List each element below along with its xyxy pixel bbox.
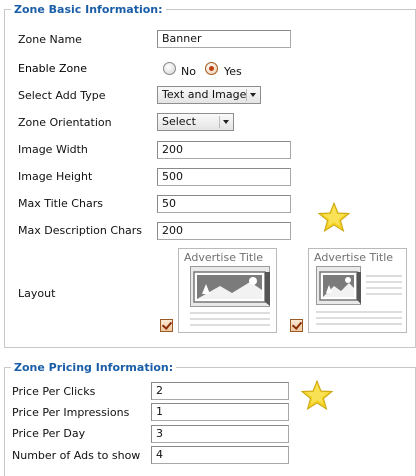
price-impressions-input[interactable]: 1: [151, 403, 289, 421]
layout-option-2[interactable]: Advertise Title: [308, 248, 407, 333]
zone-basic-legend: Zone Basic Information:: [11, 3, 166, 16]
ad-type-select[interactable]: Text and Image: [157, 86, 261, 104]
layout-preview-image: [316, 266, 402, 325]
zone-name-input[interactable]: Banner: [157, 30, 291, 48]
enable-zone-yes-label: Yes: [224, 65, 242, 78]
ad-type-value: Text and Image: [162, 88, 247, 101]
max-title-label: Max Title Chars: [18, 197, 103, 210]
layout-option-2-checkbox[interactable]: [290, 319, 303, 332]
price-day-input[interactable]: 3: [151, 425, 289, 443]
zone-pricing-legend: Zone Pricing Information:: [11, 361, 177, 374]
image-height-input[interactable]: 500: [157, 168, 291, 186]
layout-option-1-checkbox[interactable]: [160, 319, 173, 332]
max-desc-input[interactable]: 200: [157, 222, 291, 240]
zone-name-label: Zone Name: [18, 33, 82, 46]
max-desc-label: Max Description Chars: [18, 224, 143, 237]
enable-zone-no-radio[interactable]: [163, 62, 176, 75]
layout-preview-image: [190, 266, 270, 326]
star-icon: [301, 380, 333, 410]
enable-zone-yes-radio[interactable]: [205, 62, 218, 75]
orientation-select[interactable]: Select: [157, 113, 234, 131]
max-title-input[interactable]: 50: [157, 195, 291, 213]
image-height-label: Image Height: [18, 170, 93, 183]
layout-option-1[interactable]: Advertise Title: [178, 248, 277, 333]
price-day-label: Price Per Day: [12, 427, 86, 440]
image-width-label: Image Width: [18, 143, 88, 156]
num-ads-label: Number of Ads to show: [12, 449, 141, 462]
enable-zone-label: Enable Zone: [18, 62, 87, 75]
layout-option-1-title: Advertise Title: [184, 251, 264, 264]
price-clicks-label: Price Per Clicks: [12, 385, 96, 398]
layout-label: Layout: [18, 287, 56, 300]
image-width-input[interactable]: 200: [157, 141, 291, 159]
price-impressions-label: Price Per Impressions: [12, 406, 130, 419]
orientation-value: Select: [162, 115, 196, 128]
chevron-down-icon: [219, 116, 231, 128]
price-clicks-input[interactable]: 2: [151, 382, 289, 400]
num-ads-input[interactable]: 4: [151, 446, 289, 464]
ad-type-label: Select Add Type: [18, 89, 106, 102]
chevron-down-icon: [246, 89, 258, 101]
layout-option-2-title: Advertise Title: [314, 251, 394, 264]
star-icon: [318, 202, 350, 232]
orientation-label: Zone Orientation: [18, 116, 112, 129]
enable-zone-no-label: No: [181, 65, 196, 78]
